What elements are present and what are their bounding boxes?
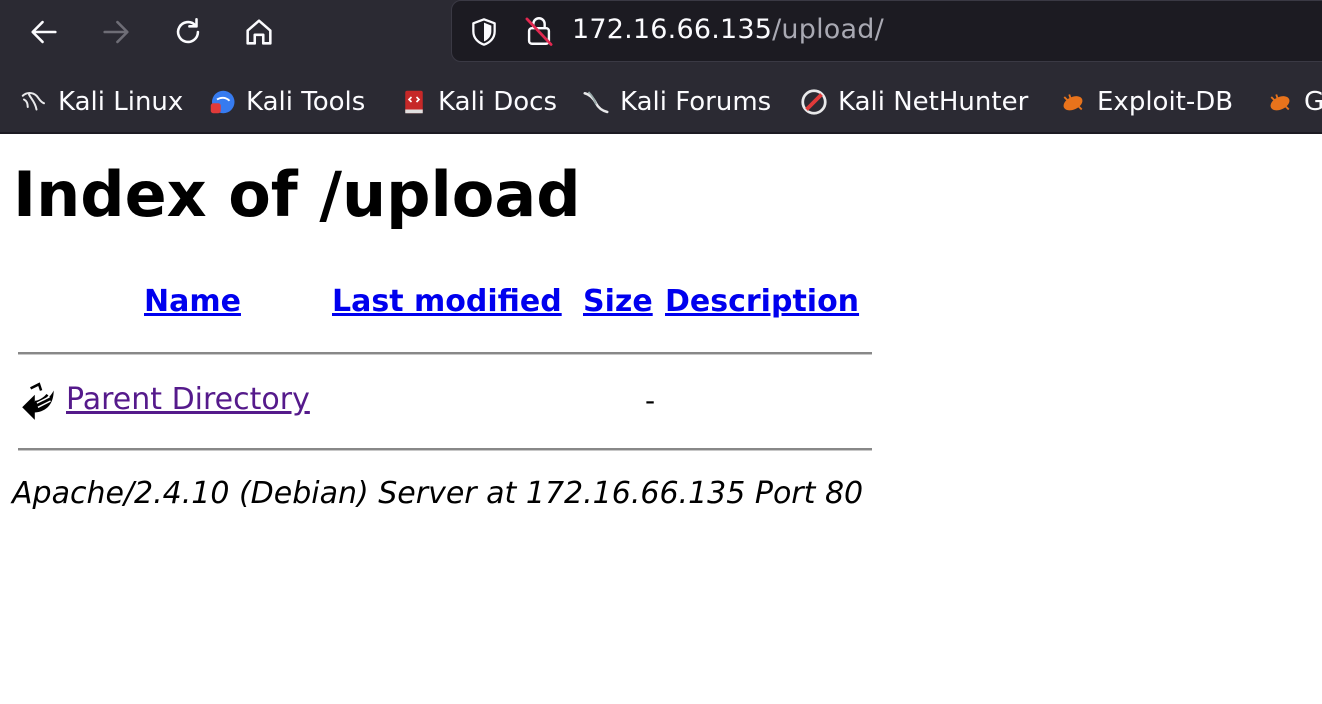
address-bar[interactable]: 172.16.66.135/upload/ bbox=[451, 0, 1322, 62]
divider bbox=[18, 448, 872, 451]
sort-by-last-modified-link[interactable]: Last modified bbox=[332, 284, 562, 319]
kali-docs-icon bbox=[398, 86, 430, 118]
back-button[interactable] bbox=[22, 10, 66, 54]
back-arrow-icon bbox=[22, 382, 54, 420]
arrow-right-icon bbox=[103, 20, 129, 44]
page-content: Index of /upload Name Last modified Size… bbox=[0, 134, 1322, 704]
bookmark-exploit-db[interactable]: Exploit-DB bbox=[1057, 78, 1233, 126]
url-host: 172.16.66.135 bbox=[572, 14, 773, 45]
sort-by-size-link[interactable]: Size bbox=[583, 284, 653, 319]
divider bbox=[18, 352, 872, 355]
exploit-db-icon bbox=[1264, 86, 1296, 118]
page-title: Index of /upload bbox=[13, 158, 581, 231]
home-button[interactable] bbox=[237, 10, 281, 54]
arrow-left-icon bbox=[31, 20, 57, 44]
kali-tools-icon bbox=[206, 86, 238, 118]
insecure-lock-icon[interactable] bbox=[522, 14, 556, 48]
bookmark-label: Kali Forums bbox=[620, 87, 772, 117]
forward-button[interactable] bbox=[94, 10, 138, 54]
bookmark-kali-docs[interactable]: Kali Docs bbox=[398, 78, 557, 126]
bookmark-label: Kali Tools bbox=[246, 87, 366, 117]
bookmarks-toolbar: Kali Linux Kali Tools Kali Docs Kali For… bbox=[0, 78, 1322, 126]
bookmark-kali-nethunter[interactable]: Kali NetHunter bbox=[798, 78, 1028, 126]
kali-dragon-icon bbox=[18, 86, 50, 118]
bookmark-kali-tools[interactable]: Kali Tools bbox=[206, 78, 365, 126]
url-path: /upload/ bbox=[772, 14, 884, 45]
row-size-value: - bbox=[645, 384, 656, 417]
server-signature: Apache/2.4.10 (Debian) Server at 172.16.… bbox=[12, 476, 864, 511]
shield-icon[interactable] bbox=[468, 16, 500, 48]
kali-forums-icon bbox=[580, 86, 612, 118]
bookmark-label: Kali Docs bbox=[438, 87, 558, 117]
url-text[interactable]: 172.16.66.135/upload/ bbox=[572, 14, 884, 45]
bookmark-kali-linux[interactable]: Kali Linux bbox=[18, 78, 183, 126]
bookmark-label: Kali NetHunter bbox=[838, 87, 1029, 117]
reload-icon bbox=[176, 17, 200, 44]
home-icon bbox=[246, 19, 272, 45]
bookmark-label: Kali Linux bbox=[58, 87, 184, 117]
exploit-db-icon bbox=[1057, 86, 1089, 118]
bookmark-label: G bbox=[1304, 87, 1322, 117]
browser-toolbar: 172.16.66.135/upload/ Kali Linux Kali To… bbox=[0, 0, 1322, 133]
parent-directory-link[interactable]: Parent Directory bbox=[66, 382, 310, 417]
bookmark-ghdb[interactable]: G bbox=[1264, 78, 1322, 126]
bookmark-kali-forums[interactable]: Kali Forums bbox=[580, 78, 771, 126]
sort-by-description-link[interactable]: Description bbox=[665, 284, 859, 319]
sort-by-name-link[interactable]: Name bbox=[144, 284, 241, 319]
reload-button[interactable] bbox=[166, 10, 210, 54]
nethunter-icon bbox=[798, 86, 830, 118]
bookmark-label: Exploit-DB bbox=[1097, 87, 1234, 117]
